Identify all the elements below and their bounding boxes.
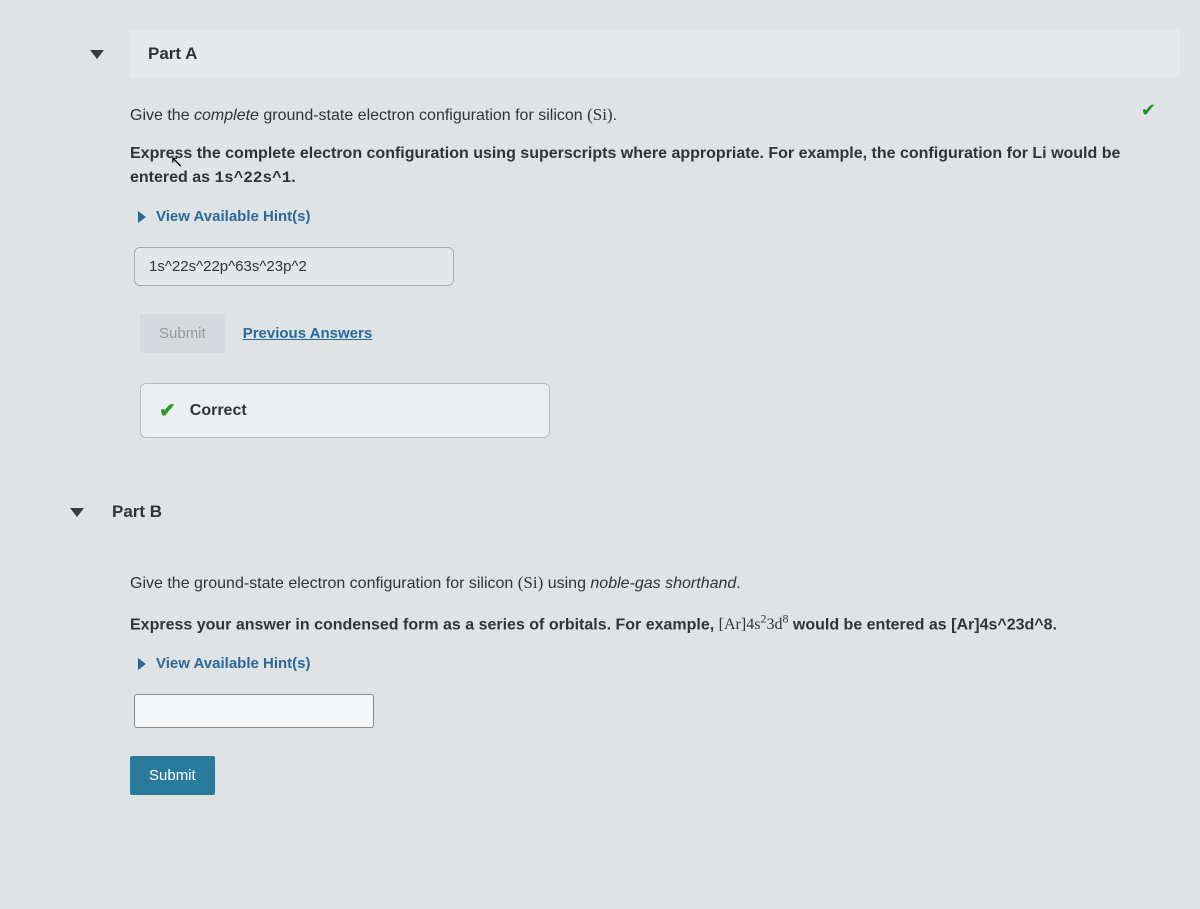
part-a-section: Part A ✔ Give the complete ground-state … (30, 30, 1180, 438)
checkmark-icon: ✔ (1141, 100, 1156, 121)
part-b-section: Part B Give the ground-state electron co… (30, 488, 1180, 795)
hints-label: View Available Hint(s) (156, 655, 311, 672)
part-b-title: Part B (110, 488, 164, 536)
checkmark-icon: ✔ (159, 398, 176, 423)
part-b-hints-toggle[interactable]: View Available Hint(s) (138, 655, 1150, 672)
caret-right-icon (138, 658, 146, 670)
part-a-body: Give the complete ground-state electron … (130, 102, 1150, 438)
caret-right-icon (138, 211, 146, 223)
part-b-answer-input[interactable] (134, 694, 374, 728)
part-b-body: Give the ground-state electron configura… (130, 570, 1150, 795)
caret-down-icon (90, 50, 104, 59)
caret-down-icon (70, 508, 84, 517)
part-b-instruction: Express your answer in condensed form as… (130, 610, 1150, 637)
part-a-hints-toggle[interactable]: View Available Hint(s) (138, 208, 1150, 225)
part-a-question: Give the complete ground-state electron … (130, 102, 1150, 128)
part-b-collapse-toggle[interactable] (70, 508, 110, 517)
previous-answers-link[interactable]: Previous Answers (243, 325, 373, 342)
part-a-instruction: Express the complete electron configurat… (130, 142, 1150, 190)
part-b-question: Give the ground-state electron configura… (130, 570, 1150, 596)
part-a-collapse-toggle[interactable] (90, 50, 130, 59)
part-a-submit-button: Submit (140, 314, 225, 353)
correct-feedback: ✔ Correct (140, 383, 550, 438)
hints-label: View Available Hint(s) (156, 208, 311, 225)
part-a-answer-display: 1s^22s^22p^63s^23p^2 (134, 247, 454, 286)
correct-label: Correct (190, 402, 247, 420)
part-a-title: Part A (130, 30, 1180, 78)
part-b-submit-button[interactable]: Submit (130, 756, 215, 795)
